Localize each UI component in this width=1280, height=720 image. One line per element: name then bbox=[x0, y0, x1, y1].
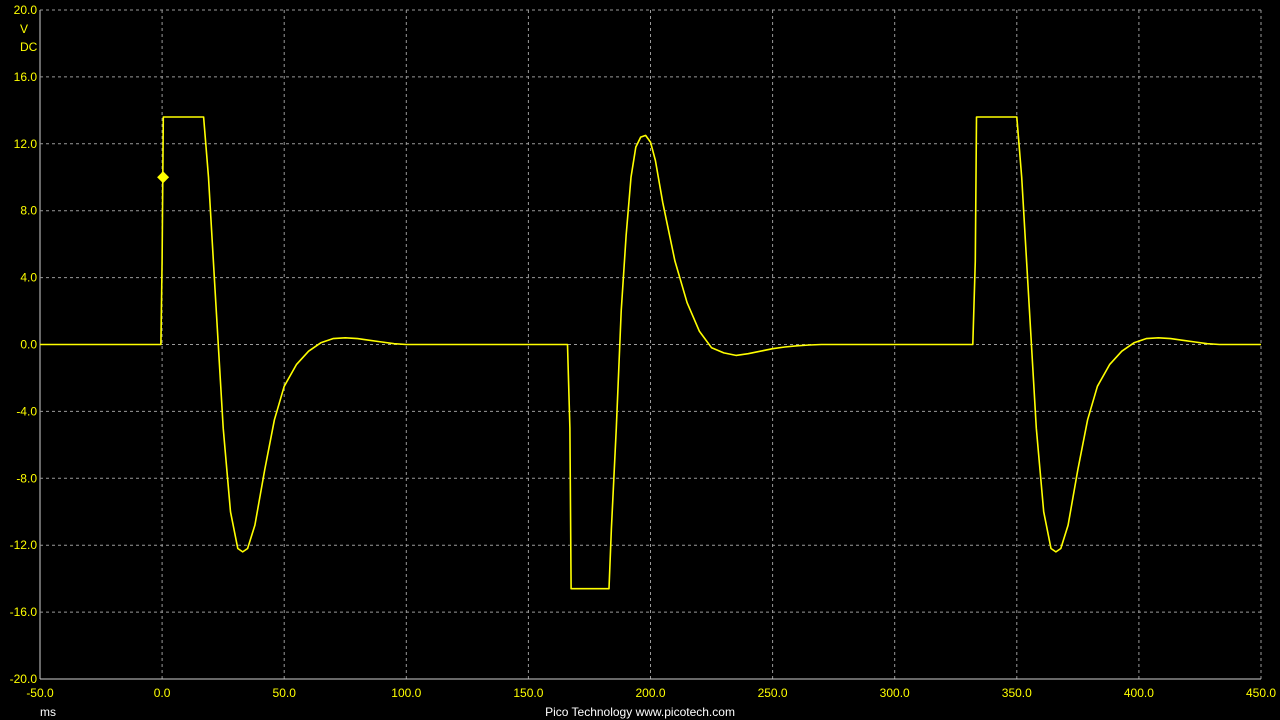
y-tick-label: 4.0 bbox=[20, 271, 37, 285]
y-tick-label: -4.0 bbox=[16, 404, 37, 418]
y-tick-label: -12.0 bbox=[10, 538, 38, 552]
x-tick-label: 200.0 bbox=[635, 686, 665, 700]
x-tick-label: 250.0 bbox=[758, 686, 788, 700]
y-tick-label: -16.0 bbox=[10, 605, 38, 619]
y-tick-label: 16.0 bbox=[14, 70, 38, 84]
x-tick-label: 50.0 bbox=[273, 686, 297, 700]
y-tick-label: -8.0 bbox=[16, 471, 37, 485]
y-tick-label: 20.0 bbox=[14, 3, 38, 17]
y-tick-label: 8.0 bbox=[20, 204, 37, 218]
branding-text: Pico Technology www.picotech.com bbox=[545, 705, 735, 719]
oscilloscope-plot: 20.0 16.0 12.0 8.0 4.0 0.0 -4.0 -8.0 -12.0 -16.0 -… bbox=[10, 3, 1277, 700]
x-tick-label: 300.0 bbox=[880, 686, 910, 700]
x-tick-label: 450.0 bbox=[1246, 686, 1276, 700]
trigger-marker-icon[interactable] bbox=[157, 171, 170, 184]
y-tick-label: -20.0 bbox=[10, 672, 38, 686]
x-tick-label: 400.0 bbox=[1124, 686, 1154, 700]
y-tick-label: 12.0 bbox=[14, 137, 38, 151]
x-tick-label: -50.0 bbox=[26, 686, 54, 700]
x-tick-label: 100.0 bbox=[391, 686, 421, 700]
x-axis-ticks: -50.0 0.0 50.0 100.0 150.0 200.0 250.0 300.0 350… bbox=[26, 686, 1276, 700]
x-tick-label: 0.0 bbox=[154, 686, 171, 700]
y-tick-label: 0.0 bbox=[20, 338, 37, 352]
grid bbox=[39, 9, 1262, 680]
y-axis-coupling: DC bbox=[20, 40, 38, 54]
y-axis-unit: V bbox=[20, 22, 28, 36]
y-axis-ticks: 20.0 16.0 12.0 8.0 4.0 0.0 -4.0 -8.0 -12.0 -16.0 -… bbox=[10, 3, 38, 686]
x-tick-label: 350.0 bbox=[1002, 686, 1032, 700]
trigger-marker-layer bbox=[157, 171, 170, 184]
x-tick-label: 150.0 bbox=[513, 686, 543, 700]
